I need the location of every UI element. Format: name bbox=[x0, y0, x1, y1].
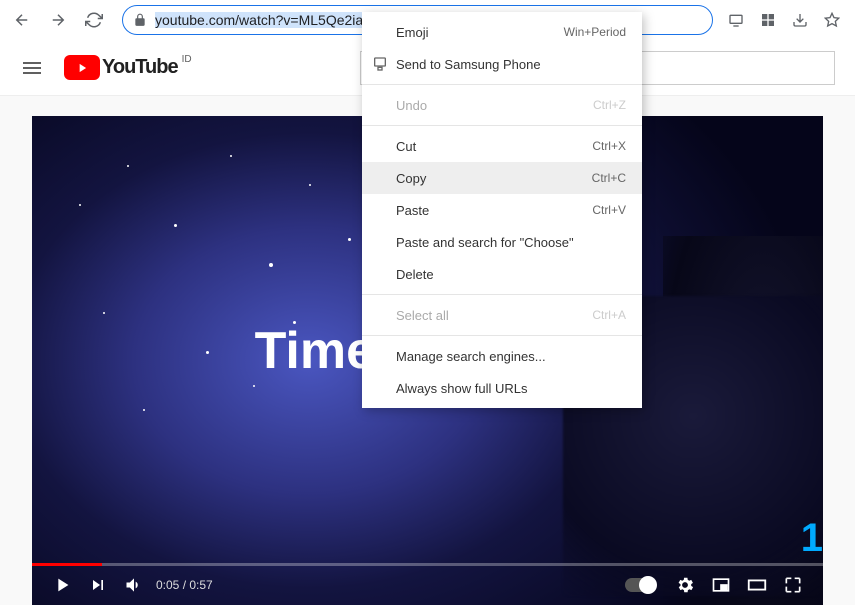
context-menu-separator bbox=[362, 125, 642, 126]
gear-icon bbox=[675, 575, 695, 595]
context-menu-separator bbox=[362, 335, 642, 336]
reload-button[interactable] bbox=[80, 6, 108, 34]
menu-icon bbox=[20, 56, 44, 80]
theater-button[interactable] bbox=[739, 567, 775, 603]
youtube-play-badge-icon bbox=[64, 55, 100, 80]
context-menu: Emoji Win+Period Send to Samsung Phone Undo… bbox=[362, 12, 642, 408]
context-menu-item-always-show-full-urls[interactable]: Always show full URLs bbox=[362, 372, 642, 404]
play-icon bbox=[51, 574, 73, 596]
url-text: youtube.com/watch?v=ML5Qe2iae bbox=[155, 12, 371, 28]
video-corner-number: 1 bbox=[801, 516, 823, 561]
context-menu-item-shortcut: Ctrl+Z bbox=[593, 98, 626, 112]
fullscreen-icon bbox=[783, 575, 803, 595]
context-menu-item-label: Send to Samsung Phone bbox=[396, 57, 541, 72]
bookmark-star-icon[interactable] bbox=[823, 11, 841, 29]
device-icon bbox=[372, 56, 388, 72]
context-menu-item-emoji[interactable]: Emoji Win+Period bbox=[362, 16, 642, 48]
context-menu-item-paste-and-search-for-choose[interactable]: Paste and search for "Choose" bbox=[362, 226, 642, 258]
settings-button[interactable] bbox=[667, 567, 703, 603]
next-icon bbox=[88, 575, 108, 595]
context-menu-item-label: Paste bbox=[396, 203, 429, 218]
autoplay-toggle[interactable] bbox=[625, 578, 655, 592]
video-controls: 0:05 / 0:57 bbox=[32, 565, 823, 605]
fullscreen-button[interactable] bbox=[775, 567, 811, 603]
theater-icon bbox=[746, 574, 768, 596]
context-menu-separator bbox=[362, 84, 642, 85]
next-button[interactable] bbox=[80, 567, 116, 603]
play-button[interactable] bbox=[44, 567, 80, 603]
context-menu-item-shortcut: Ctrl+V bbox=[592, 203, 626, 217]
miniplayer-button[interactable] bbox=[703, 567, 739, 603]
miniplayer-icon bbox=[711, 575, 731, 595]
context-menu-item-select-all: Select all Ctrl+A bbox=[362, 299, 642, 331]
context-menu-item-shortcut: Win+Period bbox=[564, 25, 626, 39]
arrow-left-icon bbox=[13, 11, 31, 29]
context-menu-item-manage-search-engines[interactable]: Manage search engines... bbox=[362, 340, 642, 372]
context-menu-item-label: Cut bbox=[396, 139, 416, 154]
context-menu-item-paste[interactable]: Paste Ctrl+V bbox=[362, 194, 642, 226]
context-menu-item-cut[interactable]: Cut Ctrl+X bbox=[362, 130, 642, 162]
download-icon[interactable] bbox=[791, 11, 809, 29]
context-menu-item-label: Manage search engines... bbox=[396, 349, 546, 364]
youtube-wordmark: YouTube bbox=[102, 56, 178, 79]
context-menu-item-shortcut: Ctrl+A bbox=[592, 308, 626, 322]
context-menu-item-send-to-samsung-phone[interactable]: Send to Samsung Phone bbox=[362, 48, 642, 80]
youtube-country-code: ID bbox=[182, 54, 192, 65]
context-menu-item-label: Undo bbox=[396, 98, 427, 113]
context-menu-item-label: Copy bbox=[396, 171, 426, 186]
extensions-icon[interactable] bbox=[759, 11, 777, 29]
video-time-display: 0:05 / 0:57 bbox=[156, 578, 213, 592]
browser-action-icons bbox=[727, 11, 847, 29]
lock-icon bbox=[133, 13, 147, 27]
context-menu-item-label: Delete bbox=[396, 267, 434, 282]
volume-button[interactable] bbox=[116, 567, 152, 603]
context-menu-item-copy[interactable]: Copy Ctrl+C bbox=[362, 162, 642, 194]
context-menu-item-label: Emoji bbox=[396, 25, 429, 40]
volume-icon bbox=[124, 575, 144, 595]
context-menu-item-label: Paste and search for "Choose" bbox=[396, 235, 574, 250]
context-menu-separator bbox=[362, 294, 642, 295]
context-menu-item-shortcut: Ctrl+X bbox=[592, 139, 626, 153]
back-button[interactable] bbox=[8, 6, 36, 34]
arrow-right-icon bbox=[49, 11, 67, 29]
reload-icon bbox=[85, 11, 103, 29]
context-menu-item-delete[interactable]: Delete bbox=[362, 258, 642, 290]
cast-icon[interactable] bbox=[727, 11, 745, 29]
context-menu-item-undo: Undo Ctrl+Z bbox=[362, 89, 642, 121]
context-menu-item-shortcut: Ctrl+C bbox=[592, 171, 626, 185]
youtube-logo[interactable]: YouTube ID bbox=[64, 55, 190, 80]
context-menu-item-label: Always show full URLs bbox=[396, 381, 528, 396]
forward-button[interactable] bbox=[44, 6, 72, 34]
context-menu-item-label: Select all bbox=[396, 308, 449, 323]
hamburger-menu-button[interactable] bbox=[20, 56, 44, 80]
